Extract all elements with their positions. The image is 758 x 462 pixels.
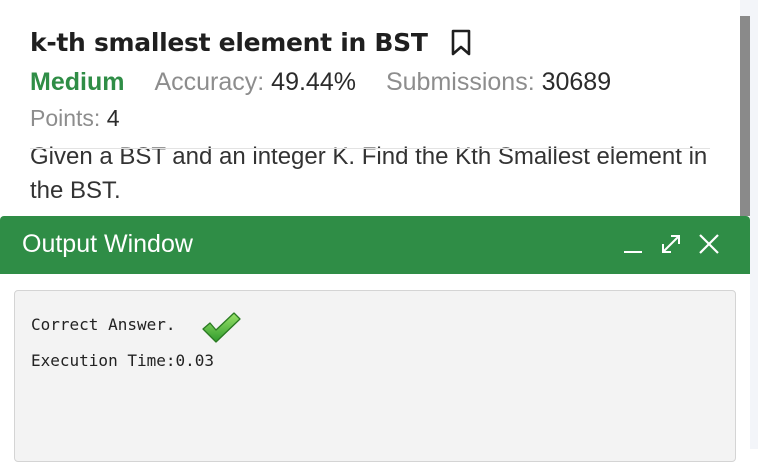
points-label: Points: (30, 105, 101, 131)
execution-time: Execution Time:0.03 (31, 351, 215, 370)
scrollbar-thumb[interactable] (740, 16, 750, 231)
expand-icon[interactable] (658, 231, 684, 257)
difficulty-badge: Medium (30, 68, 125, 96)
checkmark-icon (201, 311, 241, 345)
problem-description: Given a BST and an integer K. Find the K… (30, 143, 708, 204)
output-window-header: Output Window (0, 216, 750, 274)
close-icon[interactable] (696, 231, 722, 257)
result-text: Correct Answer. (31, 315, 176, 334)
divider (30, 148, 710, 149)
output-window-title: Output Window (22, 230, 193, 258)
accuracy-label: Accuracy: (154, 68, 265, 96)
problem-meta: Medium Accuracy: 49.44% Submissions: 306… (30, 68, 641, 97)
minimize-icon[interactable] (620, 231, 646, 257)
output-body: Correct Answer. Execution Time:0.03 (14, 290, 736, 462)
title-row: k-th smallest element in BST (30, 28, 472, 57)
accuracy-value: 49.44% (271, 68, 356, 96)
bookmark-icon[interactable] (450, 29, 472, 57)
output-window: Output Window Correct Answer. Execution … (0, 216, 750, 462)
submissions-label: Submissions: (385, 68, 535, 96)
points-value: 4 (106, 105, 120, 131)
points-row: Points: 4 (30, 105, 150, 132)
problem-title: k-th smallest element in BST (30, 28, 428, 57)
submissions-value: 30689 (541, 68, 612, 96)
